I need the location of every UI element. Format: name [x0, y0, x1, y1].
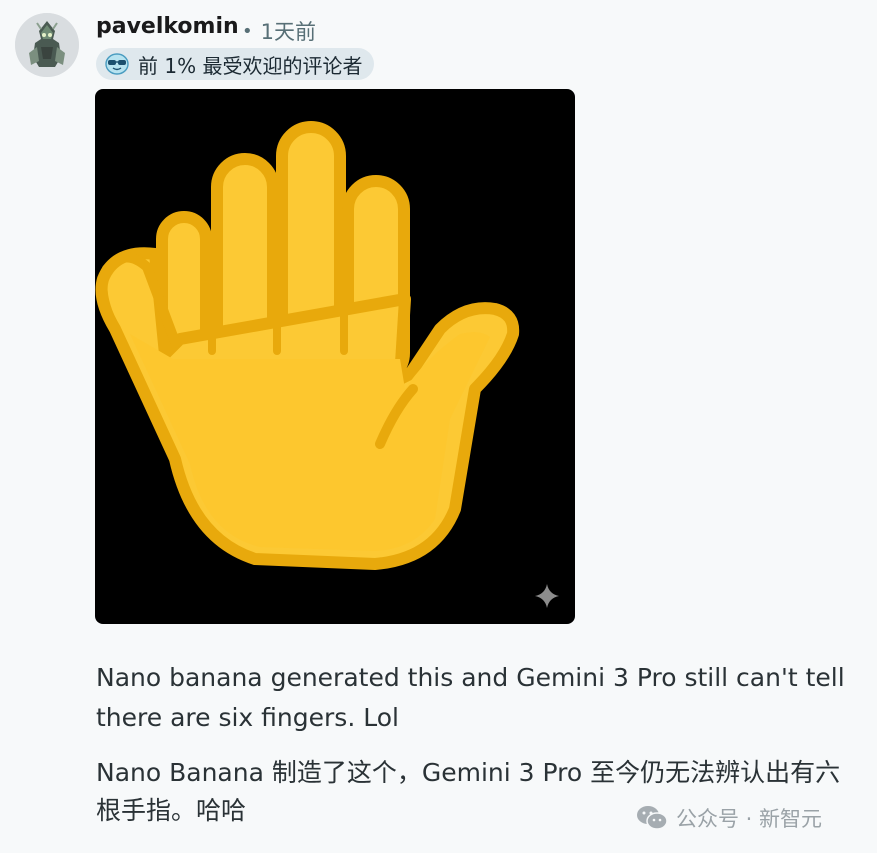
sunglasses-face-icon [105, 53, 129, 75]
badge-label: 前 1% 最受欢迎的评论者 [138, 53, 363, 78]
top-commenter-badge[interactable]: 前 1% 最受欢迎的评论者 [96, 48, 375, 80]
separator-dot: • [242, 21, 253, 42]
wechat-icon [637, 806, 668, 830]
username[interactable]: pavelkomin [96, 14, 239, 39]
watermark: 公众号 · 新智元 [636, 803, 822, 833]
timestamp[interactable]: 1天前 [261, 20, 316, 44]
comment-body-english: Nano banana generated this and Gemini 3 … [96, 663, 845, 732]
comment-meta: • 1天前 [242, 16, 316, 46]
sparkle-icon [535, 584, 559, 608]
avatar[interactable] [15, 13, 79, 77]
raised-hand-emoji [95, 121, 520, 570]
comment-image[interactable] [95, 89, 575, 624]
watermark-label: 公众号 · 新智元 [676, 807, 823, 831]
robot-avatar-icon [15, 13, 79, 77]
